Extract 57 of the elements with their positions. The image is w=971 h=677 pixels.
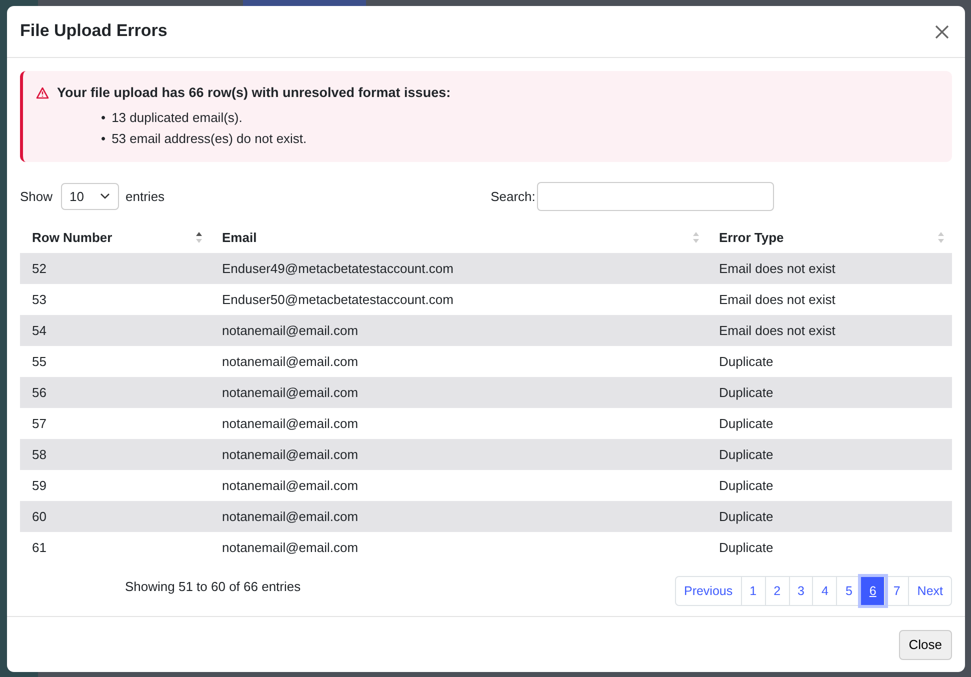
page-link[interactable]: 1 [742,577,766,606]
alert-heading: Your file upload has 66 row(s) with unresolved format issues: [57,84,451,102]
table-cell: notanemail@email.com [210,377,707,408]
table-cell: notanemail@email.com [210,346,707,378]
alert-list-item: 53 email address(es) do not exist. [112,130,307,148]
caret-icon [100,193,110,200]
sort-icon[interactable] [196,232,202,244]
entries-label: entries [126,188,165,206]
entries-select[interactable]: 10 [60,182,119,210]
table-cell: 54 [20,315,210,346]
table-cell: Enduser50@metacbetatestaccount.com [210,284,707,316]
warning-icon [36,87,49,100]
page-link[interactable]: 2 [766,577,790,606]
table-cell: 55 [20,346,210,378]
table-cell: 57 [20,408,210,440]
table-cell: 59 [20,470,210,502]
page-link[interactable]: 4 [813,577,838,606]
column-header[interactable]: Email [222,230,257,245]
page-link[interactable]: 3 [790,577,814,606]
table-cell: Duplicate [707,501,952,532]
column-header[interactable]: Row Number [32,230,112,245]
show-label: Show [20,188,53,206]
table-cell: 56 [20,377,210,408]
close-button[interactable]: Close [898,630,952,660]
table-cell: 53 [20,284,210,316]
table-cell: Enduser49@metacbetatestaccount.com [210,253,707,284]
table-cell: 58 [20,439,210,470]
table-cell: Duplicate [707,377,952,408]
table-cell: 61 [20,532,210,564]
search-field[interactable] [537,182,774,211]
table-cell: notanemail@email.com [210,315,707,346]
table-cell: notanemail@email.com [210,439,707,470]
table-cell: 52 [20,253,210,284]
table-cell: Duplicate [707,470,952,502]
table-cell: Duplicate [707,532,952,564]
modal-title: File Upload Errors [20,21,168,42]
table-info: Showing 51 to 60 of 66 entries [125,578,301,596]
table-cell: Email does not exist [707,253,952,284]
table-cell: notanemail@email.com [210,532,707,564]
table-cell: Duplicate [707,346,952,378]
table-cell: notanemail@email.com [210,470,707,502]
table-cell: Duplicate [707,408,952,440]
table-cell: Duplicate [707,439,952,470]
page-link[interactable]: 7 [885,577,910,606]
table-cell: 60 [20,501,210,532]
table-cell: Email does not exist [707,315,952,346]
table-cell: notanemail@email.com [210,501,707,532]
search-label: Search: [490,188,536,206]
bullet: • [101,130,106,148]
page-link[interactable]: Next [909,577,951,606]
page-link[interactable]: Previous [676,577,742,606]
page-link[interactable]: 6 [861,577,886,606]
bullet: • [101,109,106,128]
table-cell: Email does not exist [707,284,952,316]
table-cell: notanemail@email.com [210,408,707,440]
column-header[interactable]: Error Type [719,230,784,245]
alert-list-item: 13 duplicated email(s). [112,109,242,128]
